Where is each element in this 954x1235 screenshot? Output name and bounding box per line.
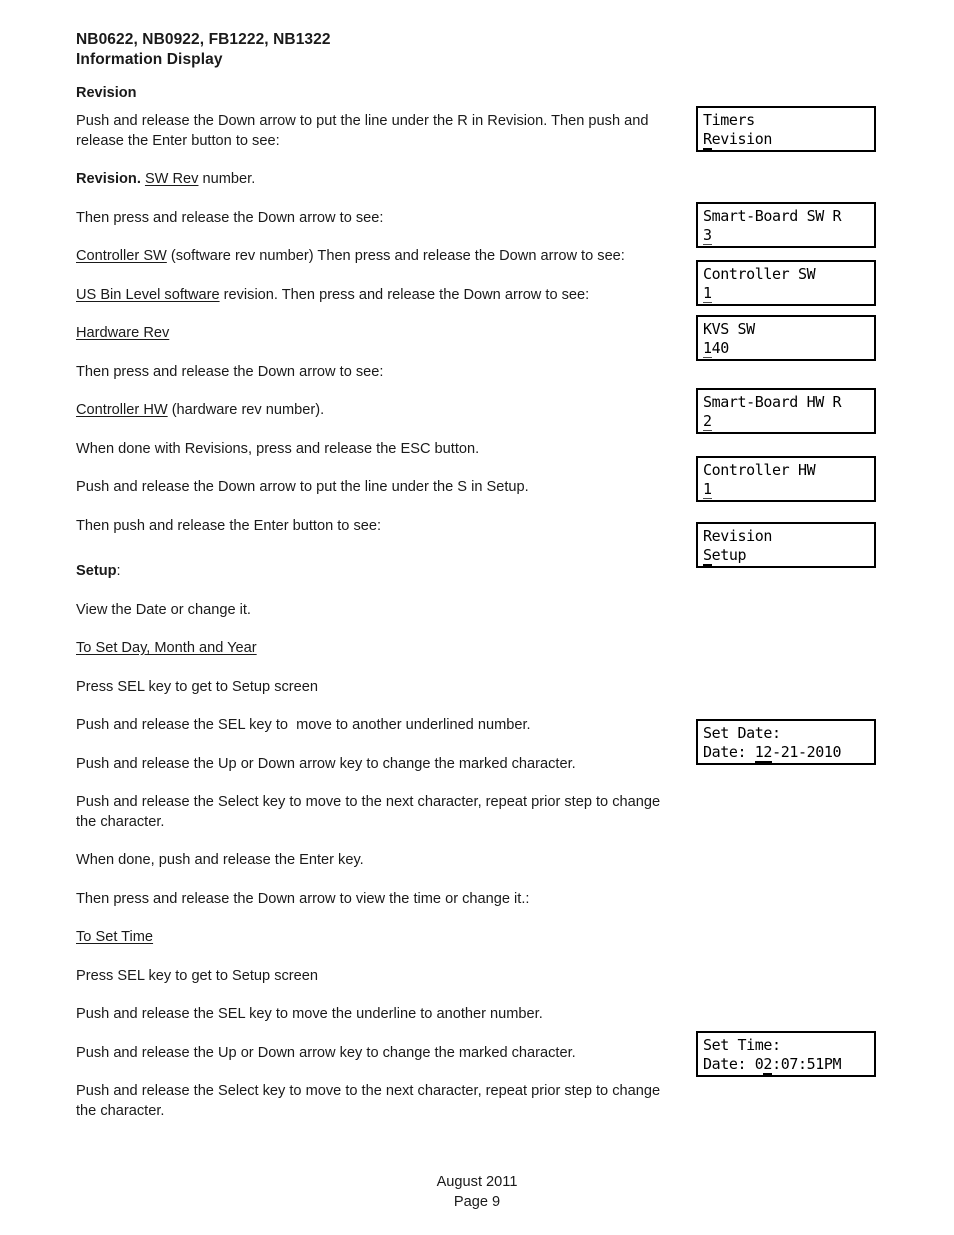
lcd-line-2: 140 (703, 339, 874, 358)
revision-label: Revision. (76, 171, 141, 187)
sw-rev-term: SW Rev (144, 171, 199, 187)
lcd-line-1: Set Time: (703, 1036, 781, 1054)
page-footer: August 2011 Page 9 (0, 1172, 954, 1212)
lcd-line-2: Revision (703, 130, 874, 150)
paragraph-4-rest: (software rev number) Then press and rel… (166, 248, 625, 264)
paragraph-17: Push and release the Up or Down arrow ke… (76, 755, 576, 772)
controller-sw-term: Controller SW (76, 248, 167, 264)
lcd-line-2-rest: 40 (711, 339, 730, 357)
paragraph-5-rest: revision. Then press and release the Dow… (219, 286, 590, 303)
lcd-line-2-rest: -21-2010 (772, 743, 842, 761)
lcd-line-2: Setup (703, 546, 874, 566)
lcd-display-kvs-sw: KVS SW 140 (696, 315, 876, 361)
to-set-time-term: To Set Time (76, 929, 154, 945)
paragraph-11: Then push and release the Enter button t… (76, 517, 382, 534)
lcd-line-1: KVS SW (703, 320, 755, 338)
lcd-cursor-char: 3 (703, 226, 712, 245)
lcd-line-2: 1 (703, 284, 874, 303)
paragraph-22: Press SEL key to get to Setup screen (76, 967, 319, 984)
lcd-line-1: Controller SW (703, 265, 816, 283)
lcd-cursor-char: R (703, 130, 712, 150)
paragraph-19: When done, push and release the Enter ke… (76, 852, 364, 868)
paragraph-20: Then press and release the Down arrow to… (76, 890, 530, 907)
hardware-rev-term: Hardware Rev (76, 325, 170, 341)
paragraph-16: Push and release the SEL key to move to … (76, 717, 531, 733)
lcd-line-2: 3 (703, 226, 874, 245)
lcd-display-smartboard-hw: Smart-Board HW R 2 (696, 388, 876, 434)
lcd-display-timers-revision: Timers Revision (696, 106, 876, 152)
paragraph-setup-heading: Setup: (76, 562, 680, 582)
paragraph-13: View the Date or change it. (76, 601, 251, 618)
lcd-cursor-char: 1 (703, 339, 712, 358)
paragraph-hardware-rev: Hardware Rev (76, 324, 680, 344)
lcd-line-2: Date: 12-21-2010 (703, 743, 874, 763)
document-page: NB0622, NB0922, FB1222, NB1322 Informati… (0, 0, 954, 1235)
lcd-display-revision-setup: Revision Setup (696, 522, 876, 568)
paragraph-3: Then press and release the Down arrow to… (76, 209, 384, 226)
paragraph-25: Push and release the Select key to move … (76, 1083, 665, 1119)
paragraph-7: Then press and release the Down arrow to… (76, 363, 384, 380)
section-title-revision: Revision (76, 85, 137, 101)
lcd-cursor-char: S (703, 546, 712, 566)
lcd-display-controller-hw: Controller HW 1 (696, 456, 876, 502)
paragraph-controller-hw: Controller HW (hardware rev number). (76, 401, 680, 421)
lcd-display-controller-sw: Controller SW 1 (696, 260, 876, 306)
body-text-column: Push and release the Down arrow to put t… (76, 112, 680, 1140)
footer-date: August 2011 (436, 1174, 518, 1190)
to-set-day-month-year-term: To Set Day, Month and Year (76, 640, 257, 656)
lcd-line-2: 1 (703, 480, 874, 499)
paragraph-2-rest: number. (198, 171, 256, 187)
lcd-cursor-char: 1 (703, 284, 712, 303)
paragraph-1: Push and release the Down arrow to put t… (76, 113, 653, 149)
paragraph-10: Push and release the Down arrow to put t… (76, 479, 529, 495)
document-header: NB0622, NB0922, FB1222, NB1322 Informati… (76, 30, 331, 70)
lcd-line-1: Set Date: (703, 724, 781, 742)
lcd-cursor-char: 2 (763, 1055, 773, 1075)
lcd-line-2-prefix: Date: 0 (703, 1055, 764, 1073)
lcd-line-2-rest: :07:51PM (772, 1055, 842, 1073)
lcd-display-smartboard-sw: Smart-Board SW R 3 (696, 202, 876, 248)
header-model-line: NB0622, NB0922, FB1222, NB1322 (76, 31, 331, 48)
lcd-line-1: Smart-Board HW R (703, 393, 842, 411)
lcd-display-set-date: Set Date: Date: 12-21-2010 (696, 719, 876, 765)
us-bin-level-term: US Bin Level software (76, 286, 220, 303)
paragraph-18: Push and release the Select key to move … (76, 794, 665, 830)
paragraph-24: Push and release the Up or Down arrow ke… (76, 1044, 576, 1061)
paragraph-9: When done with Revisions, press and rele… (76, 440, 480, 457)
lcd-cursor-char: 2 (703, 412, 712, 431)
lcd-line-1: Revision (703, 527, 773, 545)
paragraph-to-set-day: To Set Day, Month and Year (76, 639, 680, 659)
lcd-line-2: Date: 02:07:51PM (703, 1055, 874, 1075)
paragraph-controller-sw: Controller SW (software rev number) Then… (76, 247, 680, 267)
lcd-line-1: Controller HW (703, 461, 816, 479)
paragraph-23: Push and release the SEL key to move the… (76, 1006, 543, 1022)
controller-hw-term: Controller HW (76, 402, 168, 418)
paragraph-15: Press SEL key to get to Setup screen (76, 678, 319, 695)
header-subtitle-line: Information Display (76, 51, 223, 68)
paragraph-revision-swrev: Revision. SW Rev number. (76, 170, 680, 190)
lcd-line-2-rest: evision (711, 130, 773, 148)
setup-label: Setup (76, 563, 117, 579)
paragraph-us-bin-level: US Bin Level software revision. Then pre… (76, 286, 680, 306)
footer-page-number: Page 9 (453, 1194, 501, 1210)
lcd-line-1: Timers (703, 111, 755, 129)
paragraph-to-set-time: To Set Time (76, 928, 680, 948)
setup-colon: : (116, 563, 121, 579)
lcd-line-2-rest: etup (711, 546, 747, 564)
lcd-line-2-prefix: Date: (703, 743, 755, 761)
lcd-line-2: 2 (703, 412, 874, 431)
lcd-cursor-char: 1 (703, 480, 712, 499)
lcd-line-1: Smart-Board SW R (703, 207, 842, 225)
lcd-cursor-char: 12 (754, 743, 773, 763)
paragraph-8-rest: (hardware rev number). (167, 402, 325, 418)
lcd-display-set-time: Set Time: Date: 02:07:51PM (696, 1031, 876, 1077)
